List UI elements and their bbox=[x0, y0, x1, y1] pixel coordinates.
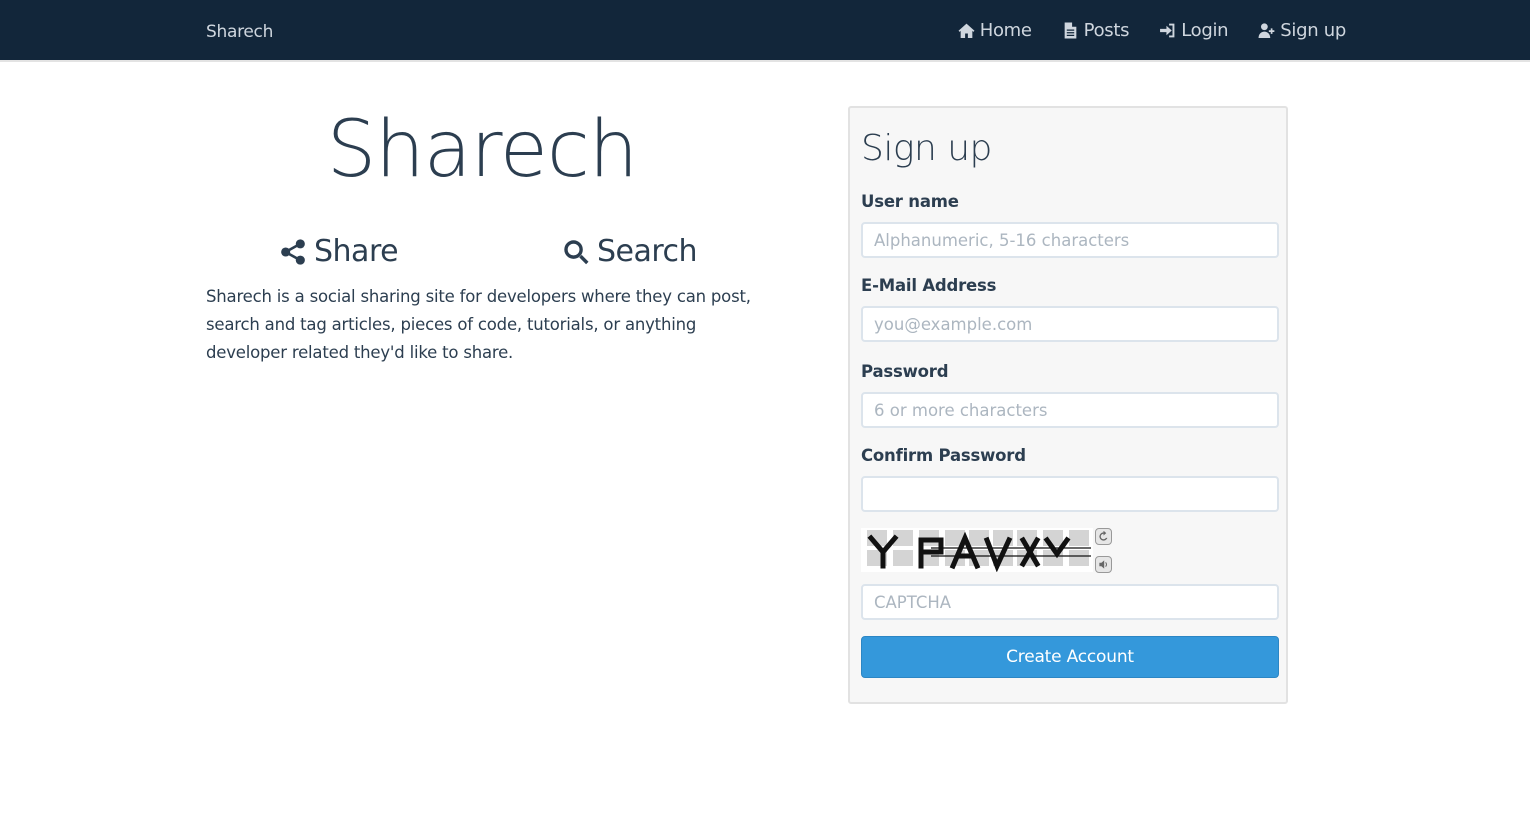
share-icon bbox=[281, 238, 305, 265]
audio-icon bbox=[1099, 560, 1107, 569]
nav-menu: Home Posts Login Sign up bbox=[958, 20, 1346, 41]
brand-link[interactable]: Sharech bbox=[206, 22, 273, 42]
nav-login[interactable]: Login bbox=[1159, 20, 1229, 41]
signup-heading: Sign up bbox=[861, 128, 992, 169]
confirm-password-input[interactable] bbox=[861, 476, 1279, 512]
top-navbar: Sharech Home Posts Login Sign up bbox=[0, 0, 1530, 62]
email-input[interactable] bbox=[861, 306, 1279, 342]
password-label: Password bbox=[861, 362, 949, 381]
nav-posts[interactable]: Posts bbox=[1062, 20, 1130, 41]
username-label: User name bbox=[861, 192, 959, 211]
captcha-image bbox=[861, 528, 1093, 573]
feature-share-label: Share bbox=[314, 234, 399, 269]
sign-in-icon bbox=[1160, 23, 1175, 38]
feature-search-label: Search bbox=[597, 234, 698, 269]
password-input[interactable] bbox=[861, 392, 1279, 428]
nav-login-label: Login bbox=[1181, 20, 1229, 41]
feature-share: Share bbox=[280, 234, 399, 269]
feature-search: Search bbox=[563, 234, 698, 269]
home-icon bbox=[958, 23, 975, 38]
refresh-icon bbox=[1099, 531, 1108, 541]
site-description: Sharech is a social sharing site for dev… bbox=[206, 287, 751, 362]
nav-signup[interactable]: Sign up bbox=[1258, 20, 1346, 41]
confirm-password-label: Confirm Password bbox=[861, 446, 1026, 465]
captcha-refresh-button[interactable] bbox=[1095, 528, 1112, 545]
create-account-button[interactable]: Create Account bbox=[861, 636, 1279, 678]
captcha-audio-button[interactable] bbox=[1095, 556, 1112, 573]
user-plus-icon bbox=[1258, 23, 1275, 38]
username-input[interactable] bbox=[861, 222, 1279, 258]
email-label: E-Mail Address bbox=[861, 276, 997, 295]
nav-signup-label: Sign up bbox=[1280, 20, 1346, 41]
search-icon bbox=[564, 239, 589, 264]
hero-title: Sharech bbox=[326, 105, 638, 195]
signup-panel: Sign up User name E-Mail Address Passwor… bbox=[848, 106, 1288, 704]
nav-home[interactable]: Home bbox=[958, 20, 1032, 41]
file-icon bbox=[1064, 22, 1077, 39]
captcha-input[interactable] bbox=[861, 584, 1279, 620]
nav-home-label: Home bbox=[979, 20, 1032, 41]
nav-posts-label: Posts bbox=[1083, 20, 1130, 41]
